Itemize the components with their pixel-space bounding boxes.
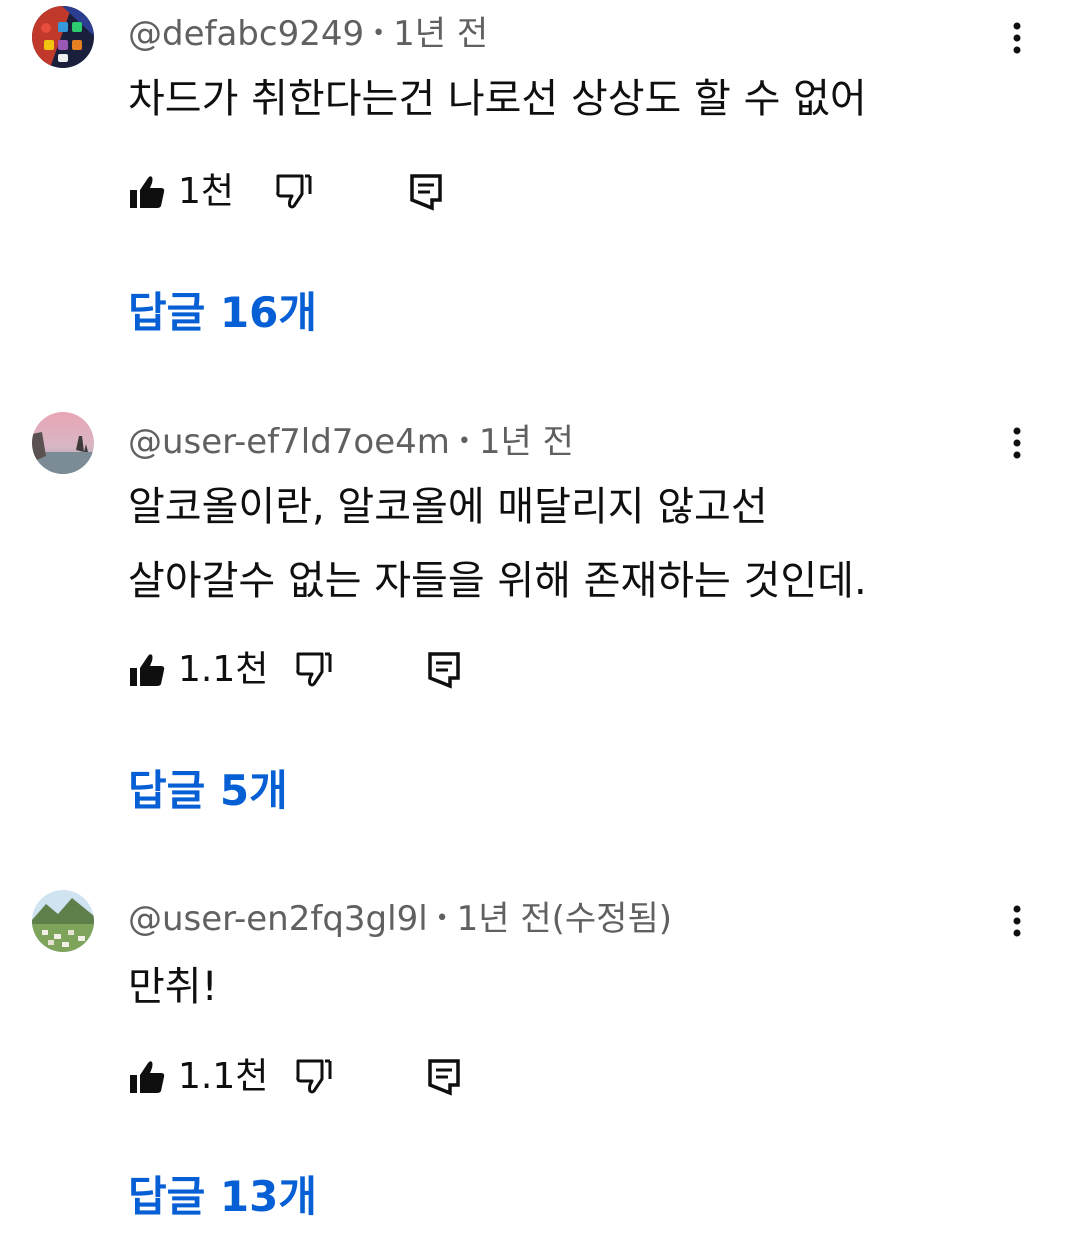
comment-meta: @user-en2fq3gl9l • 1년 전(수정됨) — [128, 899, 672, 939]
comment-reply-icon[interactable] — [426, 648, 462, 692]
avatar[interactable] — [32, 890, 94, 952]
view-replies-link[interactable]: 답글 5개 — [128, 766, 288, 816]
comment-actions: 1.1천 — [128, 648, 1028, 692]
comment-reply-icon[interactable] — [426, 1055, 462, 1099]
meta-separator: • — [435, 906, 449, 931]
view-replies-link[interactable]: 답글 13개 — [128, 1172, 317, 1222]
comment-time: 1년 전 — [393, 14, 489, 54]
author-name[interactable]: @user-ef7ld7oe4m — [128, 422, 450, 462]
thumb-up-filled-icon[interactable] — [128, 648, 168, 692]
author-name[interactable]: @user-en2fq3gl9l — [128, 899, 428, 939]
more-vert-icon[interactable] — [1000, 16, 1034, 60]
comment-time: 1년 전(수정됨) — [456, 899, 673, 939]
thumb-down-outline-icon[interactable] — [274, 170, 314, 214]
comment-text: 알코올이란, 알코올에 매달리지 않고선 살아갈수 없는 자들을 위해 존재하는… — [128, 484, 867, 604]
thumb-up-filled-icon[interactable] — [128, 170, 168, 214]
more-vert-icon[interactable] — [1000, 421, 1034, 465]
comment-meta: @user-ef7ld7oe4m • 1년 전 — [128, 422, 574, 462]
meta-separator: • — [372, 21, 386, 46]
like-count: 1.1천 — [178, 1056, 269, 1097]
thumb-down-outline-icon[interactable] — [294, 1055, 334, 1099]
view-replies-link[interactable]: 답글 16개 — [128, 288, 317, 338]
comment-time: 1년 전 — [478, 422, 574, 462]
comment-actions: 1천 — [128, 170, 1028, 214]
thumb-down-outline-icon[interactable] — [294, 648, 334, 692]
author-name[interactable]: @defabc9249 — [128, 14, 364, 54]
thumb-up-filled-icon[interactable] — [128, 1055, 168, 1099]
comment-text: 차드가 취한다는건 나로선 상상도 할 수 없어 — [128, 76, 867, 122]
like-count: 1.1천 — [178, 649, 269, 690]
more-vert-icon[interactable] — [1000, 899, 1034, 943]
meta-separator: • — [457, 429, 471, 454]
comment-text: 만취! — [128, 964, 218, 1010]
comment-actions: 1.1천 — [128, 1055, 1028, 1099]
like-count: 1천 — [178, 171, 235, 212]
avatar[interactable] — [32, 412, 94, 474]
comment-meta: @defabc9249 • 1년 전 — [128, 14, 488, 54]
comment-reply-icon[interactable] — [408, 170, 444, 214]
avatar[interactable] — [32, 6, 94, 68]
